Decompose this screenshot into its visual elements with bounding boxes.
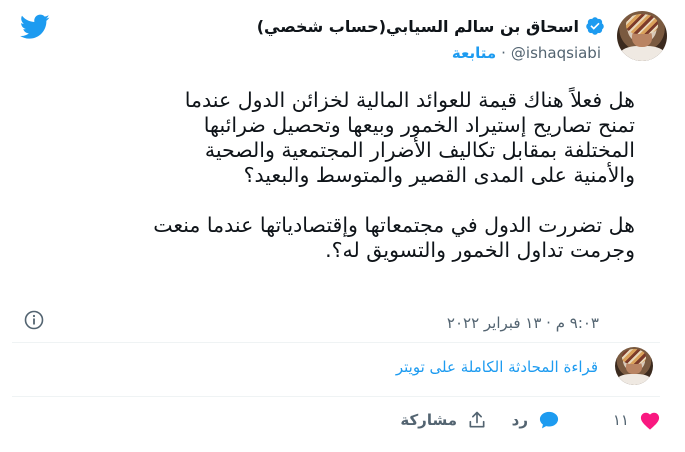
like-action[interactable]: ١١	[613, 410, 661, 430]
tweet-text: هل فعلاً هناك قيمة للعوائد المالية لخزائ…	[153, 88, 635, 262]
speech-bubble-icon	[539, 411, 559, 429]
reply-action[interactable]: رد	[512, 410, 560, 430]
author-name[interactable]: اسحاق بن سالم السيابي(حساب شخصي)	[257, 17, 579, 36]
separator-dot: ·	[501, 44, 506, 62]
info-icon[interactable]	[24, 310, 44, 330]
conversation-avatar	[615, 347, 653, 385]
heart-icon	[640, 412, 660, 430]
divider-top	[12, 342, 660, 343]
author-name-row[interactable]: اسحاق بن سالم السيابي(حساب شخصي)	[257, 16, 605, 36]
author-avatar[interactable]	[617, 11, 667, 61]
tweet-embed-card: اسحاق بن سالم السيابي(حساب شخصي) متابعة …	[0, 0, 685, 452]
read-conversation-link[interactable]: قراءة المحادثة الكاملة على تويتر	[396, 358, 598, 376]
author-handle[interactable]: @ishaqsiabi	[511, 44, 601, 62]
share-label: مشاركة	[400, 411, 457, 429]
reply-label: رد	[511, 411, 528, 429]
follow-link[interactable]: متابعة	[452, 44, 496, 62]
verified-badge-icon	[586, 17, 604, 35]
twitter-bird-icon[interactable]	[20, 14, 50, 40]
share-upload-icon	[469, 411, 485, 428]
author-meta-row: متابعة · @ishaqsiabi	[452, 44, 601, 62]
tweet-timestamp[interactable]: ٩:٠٣ م · ١٣ فبراير ٢٠٢٢	[447, 314, 599, 332]
divider-bottom	[12, 396, 660, 397]
like-count: ١١	[612, 411, 629, 429]
share-action[interactable]: مشاركة	[400, 410, 487, 430]
